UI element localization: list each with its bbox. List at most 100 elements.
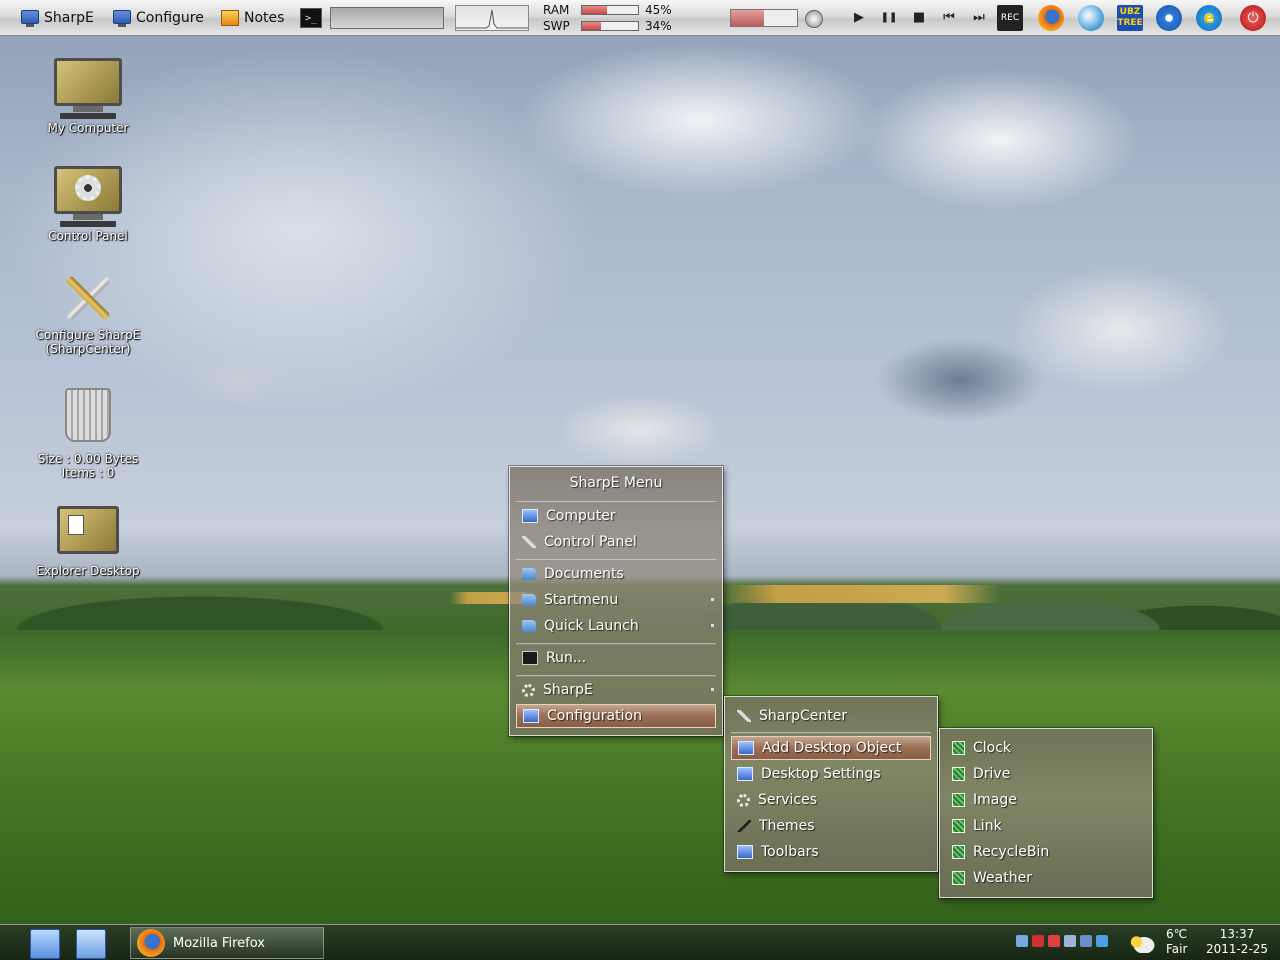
menu-item-weather[interactable]: Weather	[946, 866, 1146, 890]
computer-icon	[522, 509, 538, 523]
taskbar-button-firefox[interactable]: Mozilla Firefox	[130, 927, 324, 959]
ram-meter: RAM 45%	[543, 3, 672, 17]
media-player-icon[interactable]	[1156, 5, 1182, 31]
menu-item-label: RecycleBin	[973, 844, 1050, 860]
cpu-graph	[455, 5, 529, 31]
tray-app-icon[interactable]	[1032, 935, 1044, 947]
notepad-icon[interactable]	[30, 929, 60, 959]
firefox-icon[interactable]	[1038, 5, 1064, 31]
menu-item-startmenu[interactable]: Startmenu	[516, 588, 716, 612]
recorder-icon[interactable]: REC	[997, 5, 1023, 31]
explorer-desktop-icon	[57, 506, 119, 554]
menu-item-services[interactable]: Services	[731, 788, 931, 812]
sharpe-menu: SharpE Menu Computer Control Panel Docum…	[509, 466, 723, 736]
menu-item-sharpe[interactable]: SharpE	[516, 678, 716, 702]
desktop-icon-label: Explorer Desktop	[36, 564, 140, 578]
tool-icon	[522, 536, 536, 548]
desktop-icon-explorer-desktop[interactable]: Explorer Desktop	[28, 506, 148, 578]
taskbar-button-label: Mozilla Firefox	[173, 935, 265, 951]
menu-item-label: Desktop Settings	[761, 766, 881, 782]
desktop-object-icon	[952, 767, 965, 781]
menu-item-documents[interactable]: Documents	[516, 562, 716, 586]
menu-item-image[interactable]: Image	[946, 788, 1146, 812]
ram-bar	[581, 5, 639, 15]
volume-slider[interactable]	[730, 9, 798, 27]
desktop-icon-configure-sharpe[interactable]: Configure SharpE (SharpCenter)	[28, 270, 148, 356]
menu-item-desktop-settings[interactable]: Desktop Settings	[731, 762, 931, 786]
weather-icon[interactable]	[1126, 931, 1156, 953]
power-icon[interactable]: ⏻	[1240, 5, 1266, 31]
menu-item-quick-launch[interactable]: Quick Launch	[516, 614, 716, 638]
brush-icon	[737, 820, 751, 832]
ubztree-icon[interactable]: UBZ TREE	[1117, 5, 1143, 31]
menu-separator	[516, 675, 716, 677]
run-icon	[522, 651, 538, 665]
desktop-object-icon	[952, 845, 965, 859]
menu-item-label: Weather	[973, 870, 1032, 886]
desktop-icon-control-panel[interactable]: Control Panel	[28, 166, 148, 243]
gear-icon	[522, 683, 535, 697]
menu-item-add-desktop-object[interactable]: Add Desktop Object	[731, 736, 931, 760]
weather-readout[interactable]: 6℃ Fair	[1166, 927, 1187, 957]
menu-item-label: Documents	[544, 566, 624, 582]
control-panel-icon	[28, 166, 148, 227]
desktop-icon-my-computer[interactable]: My Computer	[28, 58, 148, 135]
tray-arrow-icon[interactable]	[1016, 935, 1028, 947]
menu-item-sharpcenter[interactable]: SharpCenter	[731, 704, 931, 728]
swap-label: SWP	[543, 19, 570, 33]
computer-icon	[738, 741, 754, 755]
tray-app-icon[interactable]	[1096, 935, 1108, 947]
swap-meter: SWP 34%	[543, 19, 672, 33]
folder-icon	[522, 620, 536, 632]
show-desktop-icon[interactable]	[76, 929, 106, 959]
tray-app-icon[interactable]	[1064, 935, 1076, 947]
menu-item-label: Startmenu	[544, 592, 619, 608]
ram-percent: 45%	[645, 3, 672, 17]
menu-item-clock[interactable]: Clock	[946, 736, 1146, 760]
menu-item-control-panel[interactable]: Control Panel	[516, 530, 716, 554]
menu-item-label: SharpE	[543, 682, 593, 698]
firefox-icon	[137, 929, 165, 957]
clock-time: 13:37	[1219, 927, 1255, 941]
configure-button[interactable]: Configure	[112, 6, 204, 30]
computer-icon	[737, 767, 753, 781]
tray-network-icon[interactable]	[1080, 935, 1092, 947]
sharpe-menu-button[interactable]: SharpE	[20, 6, 94, 30]
previous-button[interactable]: ⏮	[938, 8, 960, 28]
internet-explorer-icon[interactable]: e	[1196, 5, 1222, 31]
desktop-object-icon	[952, 819, 965, 833]
menu-item-label: Quick Launch	[544, 618, 639, 634]
desktop-icon-recycle-bin[interactable]: Size : 0.00 Bytes Items : 0	[28, 388, 148, 480]
menu-item-label: Image	[973, 792, 1017, 808]
wallpaper-field	[720, 585, 1000, 603]
computer-icon	[28, 58, 148, 119]
menu-item-computer[interactable]: Computer	[516, 504, 716, 528]
menu-item-toolbars[interactable]: Toolbars	[731, 840, 931, 864]
submenu-arrow-icon	[711, 598, 714, 601]
menu-item-configuration[interactable]: Configuration	[516, 704, 716, 728]
folder-icon	[522, 594, 536, 606]
command-icon[interactable]: >_	[300, 8, 322, 28]
globe-icon[interactable]	[1078, 5, 1104, 31]
notes-label: Notes	[244, 10, 285, 26]
clock[interactable]: 13:37 2011-2-25	[1204, 927, 1270, 957]
stop-button[interactable]: ■	[908, 8, 930, 28]
desktop-object-icon	[952, 741, 965, 755]
swap-percent: 34%	[645, 19, 672, 33]
play-button[interactable]: ▶	[848, 8, 870, 28]
recycle-bin-icon	[65, 388, 111, 442]
menu-item-run[interactable]: Run...	[516, 646, 716, 670]
command-input[interactable]	[330, 7, 444, 29]
menu-item-drive[interactable]: Drive	[946, 762, 1146, 786]
menu-separator	[516, 559, 716, 561]
swap-bar	[581, 21, 639, 31]
notes-button[interactable]: Notes	[220, 6, 284, 30]
menu-item-recyclebin[interactable]: RecycleBin	[946, 840, 1146, 864]
menu-item-themes[interactable]: Themes	[731, 814, 931, 838]
speaker-icon[interactable]	[805, 10, 823, 28]
pause-button[interactable]: ❚❚	[878, 8, 900, 28]
menu-item-link[interactable]: Link	[946, 814, 1146, 838]
tray-app-icon[interactable]	[1048, 935, 1060, 947]
next-button[interactable]: ⏭	[968, 8, 990, 28]
menu-item-label: Computer	[546, 508, 616, 524]
